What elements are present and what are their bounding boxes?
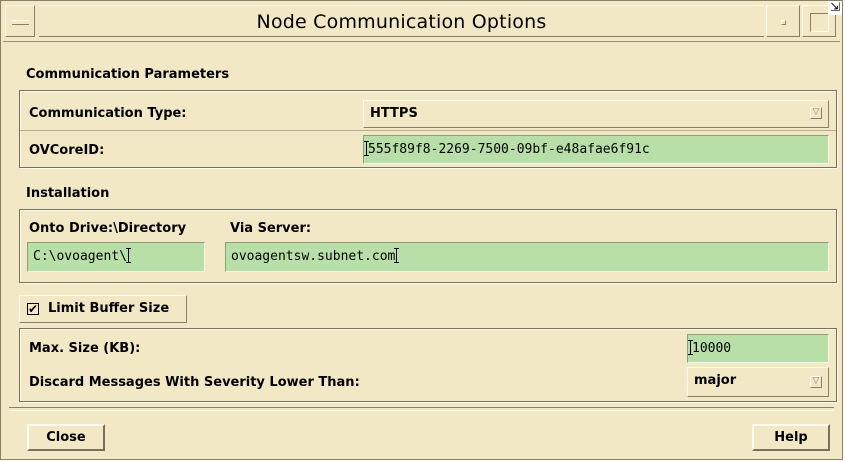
severity-value: major (694, 373, 737, 388)
communication-type-select[interactable]: HTTPS ▽ (363, 100, 829, 128)
communication-type-label: Communication Type: (29, 106, 187, 121)
text-cursor-icon (394, 248, 400, 263)
communication-type-value: HTTPS (370, 106, 418, 121)
dropdown-arrow-icon: ▽ (810, 376, 822, 388)
window-menu-button[interactable] (5, 5, 35, 37)
dropdown-arrow-icon: ▽ (810, 107, 822, 119)
limit-buffer-size-label: Limit Buffer Size (48, 301, 170, 316)
ovcoreid-value: 555f89f8-2269-7500-09bf-e48afae6f91c (368, 142, 650, 157)
row-divider (20, 130, 836, 131)
ovcoreid-label: OVCoreID: (29, 143, 105, 158)
maximize-icon (810, 13, 829, 32)
max-size-label: Max. Size (KB): (29, 341, 141, 356)
resize-corner-icon[interactable]: ⇲ (828, 1, 842, 15)
help-button[interactable]: Help (752, 424, 830, 451)
footer-separator (9, 407, 834, 411)
drive-directory-label: Onto Drive:\Directory (29, 221, 187, 236)
text-cursor-icon (364, 141, 369, 156)
discard-severity-label: Discard Messages With Severity Lower Tha… (29, 375, 360, 390)
text-cursor-icon (125, 248, 131, 263)
checkmark-icon: ✔ (27, 302, 39, 316)
via-server-value: ovoagentsw.subnet.com (231, 249, 396, 264)
via-server-label: Via Server: (230, 221, 312, 236)
limit-buffer-size-checkbox[interactable]: ✔ Limit Buffer Size (19, 295, 187, 323)
communication-section-label: Communication Parameters (26, 67, 230, 82)
dialog-window: Node Communication Options ⇲ Communicati… (0, 0, 843, 460)
title-bar[interactable]: Node Communication Options (3, 3, 840, 42)
installation-frame: Onto Drive:\Directory Via Server: C:\ovo… (19, 209, 837, 283)
drive-directory-value: C:\ovoagent\ (33, 249, 127, 264)
max-size-field[interactable]: 10000 (687, 334, 829, 363)
window-title: Node Communication Options (39, 5, 764, 37)
ovcoreid-field[interactable]: 555f89f8-2269-7500-09bf-e48afae6f91c (363, 135, 829, 164)
window-menu-icon (12, 20, 29, 25)
buffer-frame: Max. Size (KB): 10000 Discard Messages W… (19, 328, 837, 402)
via-server-field[interactable]: ovoagentsw.subnet.com (225, 242, 829, 272)
text-cursor-icon (688, 340, 693, 355)
minimize-button[interactable] (766, 5, 800, 37)
minimize-icon (781, 20, 786, 25)
severity-select[interactable]: major ▽ (687, 367, 829, 397)
close-button[interactable]: Close (27, 424, 105, 451)
drive-directory-field[interactable]: C:\ovoagent\ (27, 242, 205, 272)
max-size-value: 10000 (692, 341, 732, 356)
installation-section-label: Installation (26, 186, 110, 201)
communication-frame: Communication Type: HTTPS ▽ OVCoreID: 55… (19, 90, 837, 168)
